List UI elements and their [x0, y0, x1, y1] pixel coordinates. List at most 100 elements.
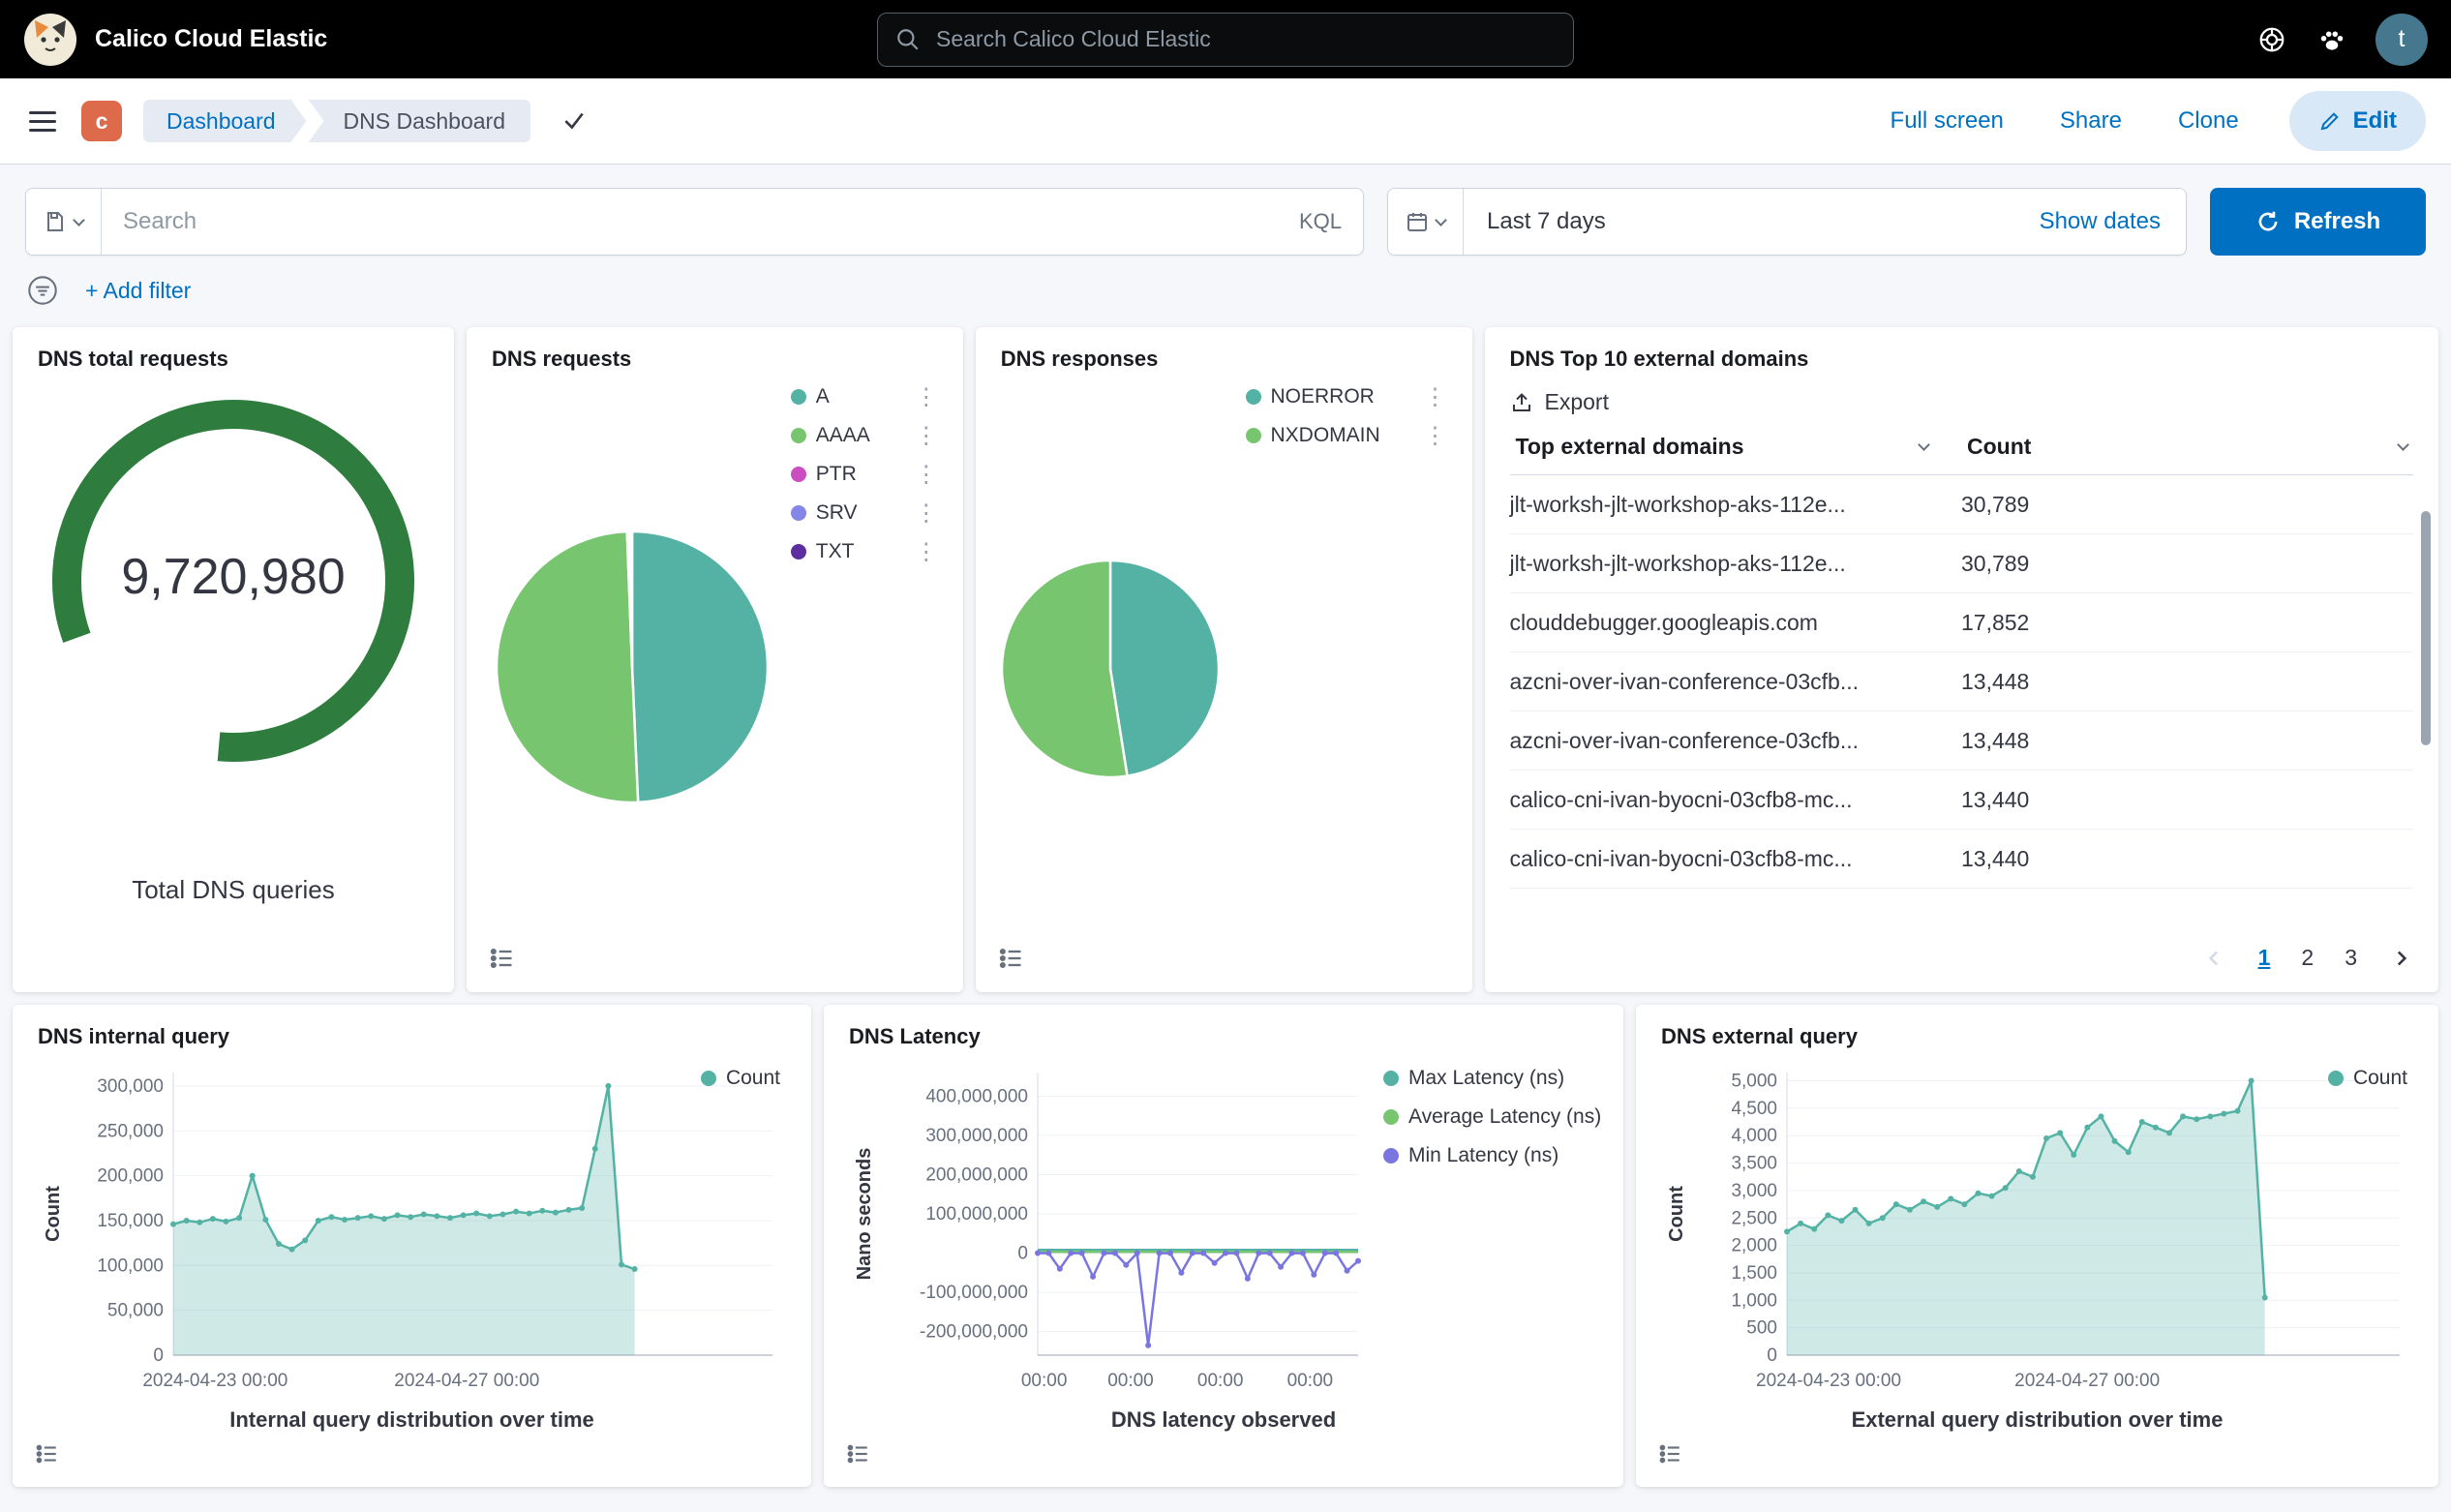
external-query-chart[interactable]: 05001,0001,5002,0002,5003,0003,5004,0004…: [1661, 1057, 2413, 1398]
refresh-button[interactable]: Refresh: [2210, 188, 2426, 256]
dns-responses-pie-chart[interactable]: [999, 558, 1222, 780]
legend-item[interactable]: Count: [701, 1059, 780, 1098]
legend-menu-icon[interactable]: ⋮: [915, 422, 938, 450]
column-header-domains[interactable]: Top external domains: [1510, 433, 1962, 461]
legend-dot: [1383, 1109, 1399, 1125]
export-button[interactable]: Export: [1510, 389, 1609, 415]
calico-logo-icon[interactable]: [23, 13, 77, 67]
svg-text:0: 0: [1767, 1346, 1777, 1366]
share-button[interactable]: Share: [2054, 106, 2128, 136]
svg-text:3,500: 3,500: [1731, 1154, 1777, 1174]
page-button[interactable]: 2: [2301, 945, 2314, 971]
user-avatar[interactable]: t: [2375, 14, 2428, 66]
count-cell: 17,852: [1961, 610, 2413, 636]
legend-menu-icon[interactable]: ⋮: [915, 383, 938, 411]
gauge-caption: Total DNS queries: [38, 875, 429, 905]
chart-caption: DNS latency observed: [849, 1407, 1598, 1433]
page-button[interactable]: 3: [2345, 945, 2357, 971]
svg-text:Count: Count: [43, 1186, 64, 1242]
page-button[interactable]: 1: [2258, 945, 2271, 971]
search-icon: [895, 27, 921, 52]
full-screen-button[interactable]: Full screen: [1885, 106, 2010, 136]
legend-item[interactable]: TXT⋮: [791, 532, 938, 571]
query-search-input[interactable]: [102, 208, 1278, 235]
saved-query-menu-button[interactable]: [26, 189, 102, 255]
menu-icon[interactable]: [25, 102, 60, 141]
legend-dot: [1246, 389, 1261, 405]
legend-label: Count: [726, 1067, 780, 1090]
svg-text:2024-04-27 00:00: 2024-04-27 00:00: [394, 1371, 539, 1391]
svg-text:2024-04-23 00:00: 2024-04-23 00:00: [1756, 1371, 1901, 1391]
internal-query-chart[interactable]: 050,000100,000150,000200,000250,000300,0…: [38, 1057, 786, 1398]
svg-text:00:00: 00:00: [1287, 1371, 1334, 1391]
legend-menu-icon[interactable]: ⋮: [1424, 422, 1447, 450]
panel-title: DNS requests: [492, 347, 938, 372]
svg-text:2024-04-23 00:00: 2024-04-23 00:00: [142, 1371, 287, 1391]
count-cell: 30,789: [1961, 551, 2413, 577]
legend-item[interactable]: A⋮: [791, 378, 938, 416]
column-header-count[interactable]: Count: [1961, 433, 2413, 461]
legend-menu-icon[interactable]: ⋮: [915, 461, 938, 489]
kql-button[interactable]: KQL: [1278, 209, 1363, 234]
legend-item[interactable]: NXDOMAIN⋮: [1246, 416, 1447, 455]
filter-bar: + Add filter: [0, 256, 2451, 327]
legend-dot: [791, 428, 806, 443]
svg-text:100,000,000: 100,000,000: [925, 1204, 1028, 1225]
calendar-menu-button[interactable]: [1388, 189, 1464, 255]
filter-options-icon[interactable]: [25, 273, 60, 308]
space-badge[interactable]: c: [81, 101, 122, 141]
next-page-icon[interactable]: [2388, 946, 2413, 971]
legend-item[interactable]: NOERROR⋮: [1246, 378, 1447, 416]
paw-icon[interactable]: [2315, 23, 2348, 56]
svg-text:300,000,000: 300,000,000: [925, 1126, 1028, 1146]
svg-text:00:00: 00:00: [1197, 1371, 1244, 1391]
legend-toggle-icon[interactable]: [841, 1437, 874, 1473]
legend-toggle-icon[interactable]: [1653, 1437, 1686, 1473]
global-search[interactable]: [877, 13, 1574, 67]
svg-text:4,000: 4,000: [1731, 1126, 1777, 1146]
breadcrumb-dashboard[interactable]: Dashboard: [143, 100, 307, 142]
legend-item[interactable]: AAAA ⋮: [791, 416, 938, 455]
legend-item[interactable]: Count: [2328, 1059, 2407, 1098]
legend-menu-icon[interactable]: ⋮: [915, 538, 938, 566]
edit-button-label: Edit: [2353, 107, 2397, 135]
svg-text:0: 0: [1017, 1244, 1028, 1264]
count-cell: 13,448: [1961, 728, 2413, 754]
legend-menu-icon[interactable]: ⋮: [915, 499, 938, 528]
legend-toggle-icon[interactable]: [484, 941, 519, 979]
svg-text:250,000: 250,000: [97, 1121, 164, 1141]
legend-label: AAAA: [816, 424, 897, 447]
support-icon[interactable]: [2255, 23, 2288, 56]
legend-label: Count: [2353, 1067, 2407, 1090]
dns-latency-chart[interactable]: -200,000,000-100,000,0000100,000,000200,…: [849, 1057, 1366, 1398]
dns-requests-pie-chart[interactable]: [487, 522, 777, 812]
breadcrumb-dns-dashboard[interactable]: DNS Dashboard: [309, 100, 530, 142]
avatar-initial: t: [2399, 25, 2406, 53]
legend-item[interactable]: Max Latency (ns): [1383, 1059, 1598, 1098]
legend-item[interactable]: PTR⋮: [791, 455, 938, 494]
dashboard-toolbar: c Dashboard DNS Dashboard Full screen Sh…: [0, 78, 2451, 165]
table-scrollbar[interactable]: [2421, 511, 2431, 745]
pagination: 1 2 3: [2202, 945, 2413, 971]
svg-text:2,000: 2,000: [1731, 1236, 1777, 1256]
panel-title: DNS internal query: [38, 1024, 786, 1049]
legend-toggle-icon[interactable]: [30, 1437, 63, 1473]
domain-cell: jlt-worksh-jlt-workshop-aks-112e...: [1510, 551, 1962, 577]
global-search-input[interactable]: [934, 25, 1556, 53]
panel-dns-internal-query: DNS internal query 050,000100,000150,000…: [13, 1005, 811, 1487]
legend-label: A: [816, 385, 897, 408]
legend-item[interactable]: SRV⋮: [791, 494, 938, 532]
previous-page-icon[interactable]: [2202, 946, 2227, 971]
time-range-text[interactable]: Last 7 days: [1464, 208, 2040, 235]
legend-item[interactable]: Average Latency (ns): [1383, 1098, 1598, 1136]
clone-button[interactable]: Clone: [2172, 106, 2245, 136]
legend-menu-icon[interactable]: ⋮: [1424, 383, 1447, 411]
check-icon[interactable]: [558, 104, 590, 139]
legend-toggle-icon[interactable]: [993, 941, 1028, 979]
edit-button[interactable]: Edit: [2289, 91, 2426, 151]
legend-dot: [1246, 428, 1261, 443]
legend-item[interactable]: Min Latency (ns): [1383, 1136, 1598, 1175]
add-filter-button[interactable]: + Add filter: [79, 277, 197, 305]
chart-caption: Internal query distribution over time: [38, 1407, 786, 1433]
show-dates-button[interactable]: Show dates: [2040, 208, 2186, 235]
